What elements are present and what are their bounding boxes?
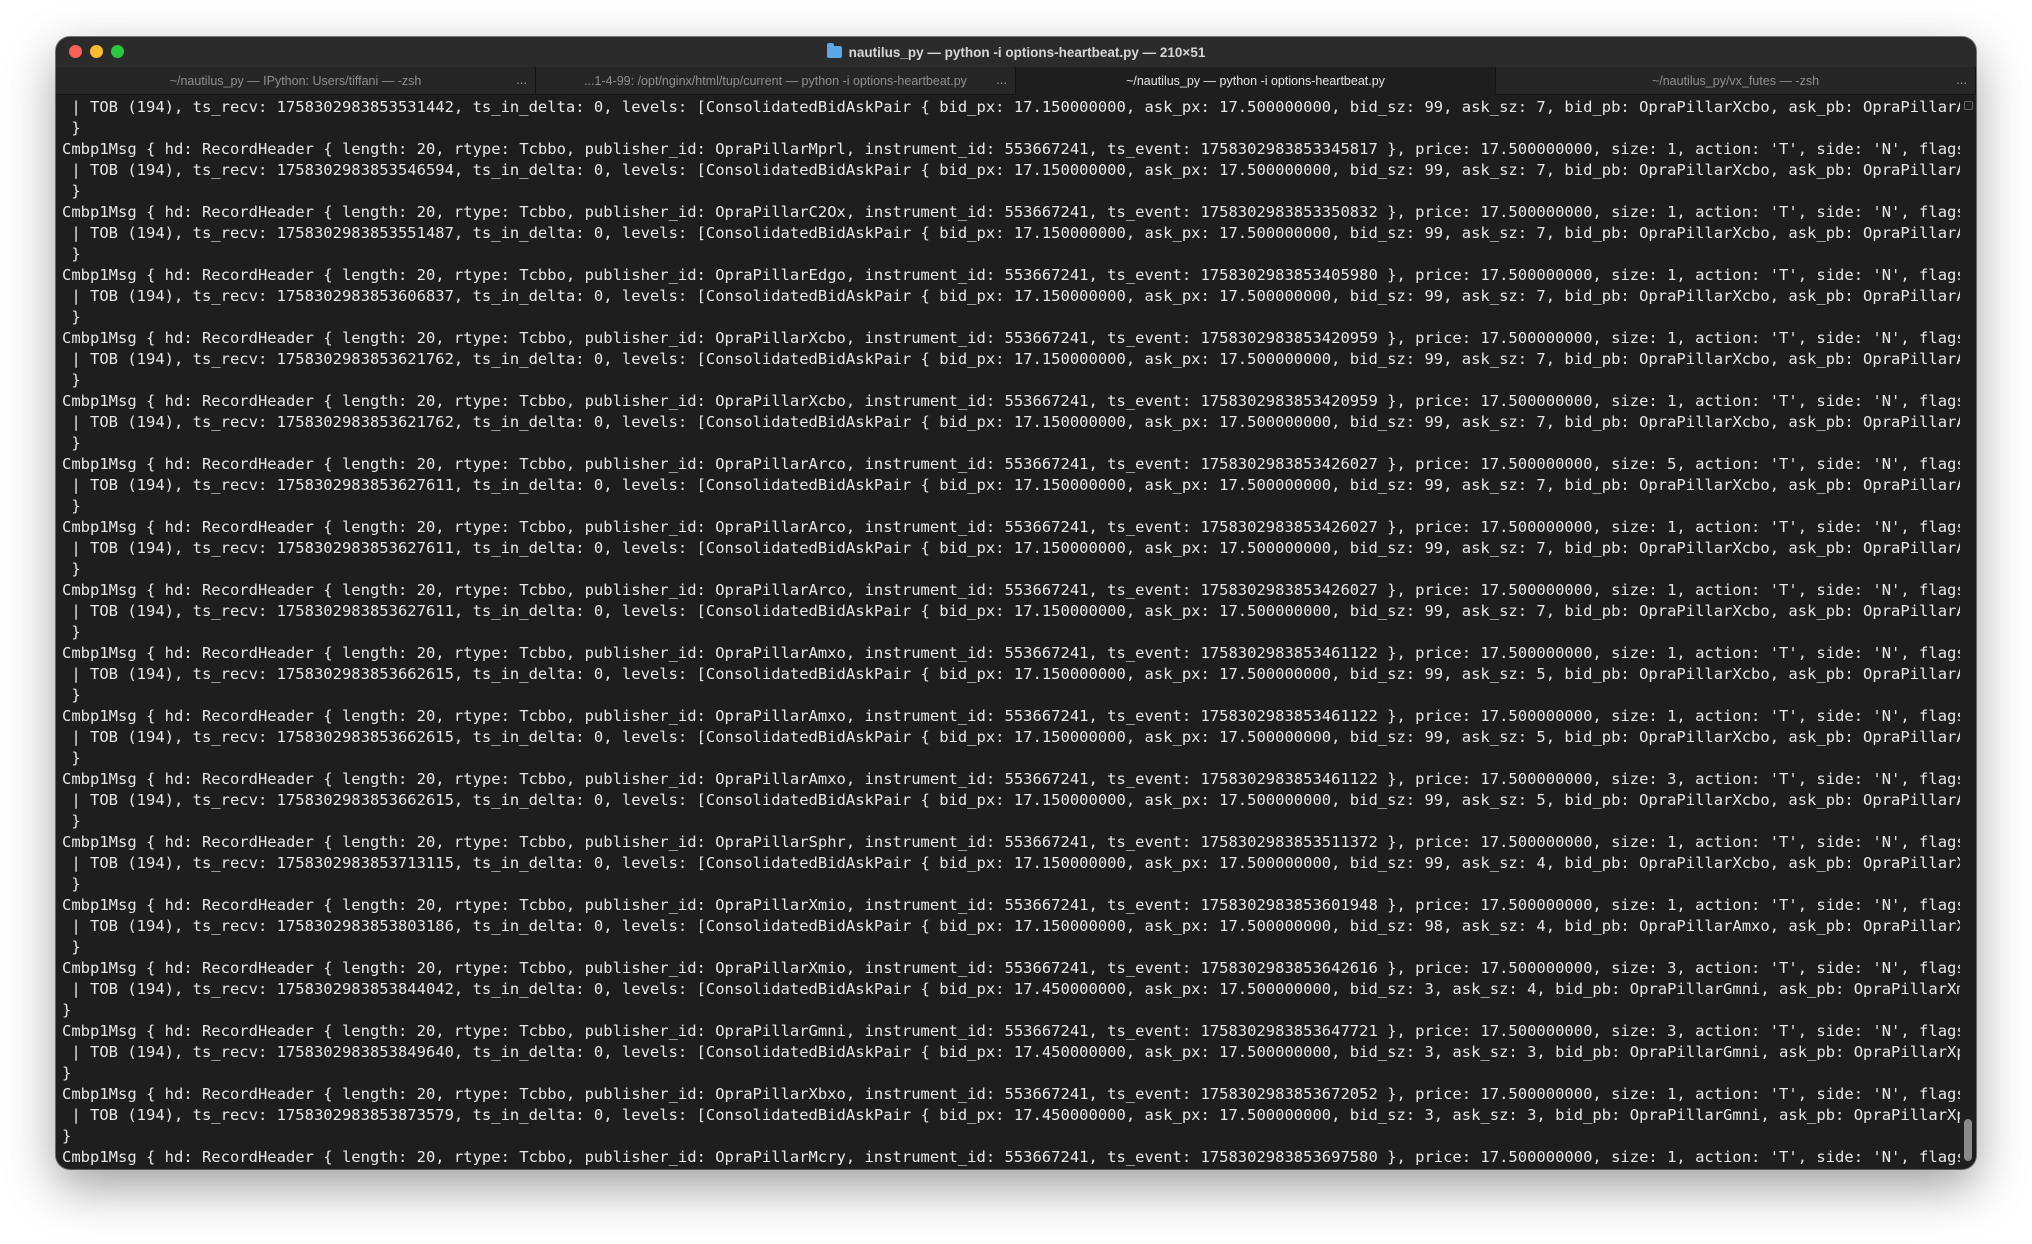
window-title: nautilus_py — python -i options-heartbea… (826, 43, 1206, 60)
terminal-line: | TOB (194), ts_recv: 175830298385355148… (62, 224, 1960, 242)
terminal-line: } (62, 1064, 72, 1082)
terminal-line: | TOB (194), ts_recv: 175830298385362761… (62, 539, 1960, 557)
tab-nginx[interactable]: ...1-4-99: /opt/nginx/html/tup/current —… (536, 67, 1016, 95)
terminal-line: Cmbp1Msg { hd: RecordHeader { length: 20… (62, 140, 1960, 158)
terminal-line: Cmbp1Msg { hd: RecordHeader { length: 20… (62, 896, 1960, 914)
terminal-line: Cmbp1Msg { hd: RecordHeader { length: 20… (62, 644, 1960, 662)
tab-ipython[interactable]: ~/nautilus_py — IPython: Users/tiffani —… (56, 67, 536, 95)
terminal-line: Cmbp1Msg { hd: RecordHeader { length: 20… (62, 266, 1960, 284)
terminal-line: Cmbp1Msg { hd: RecordHeader { length: 20… (62, 203, 1960, 221)
terminal-line: Cmbp1Msg { hd: RecordHeader { length: 20… (62, 1085, 1960, 1103)
terminal-line: } (62, 119, 81, 137)
terminal-line: } (62, 875, 81, 893)
terminal-line: } (62, 686, 81, 704)
terminal-line: Cmbp1Msg { hd: RecordHeader { length: 20… (62, 392, 1960, 410)
terminal-line: | TOB (194), ts_recv: 175830298385366261… (62, 728, 1960, 746)
terminal-line: Cmbp1Msg { hd: RecordHeader { length: 20… (62, 581, 1960, 599)
terminal-line: Cmbp1Msg { hd: RecordHeader { length: 20… (62, 1022, 1960, 1040)
terminal-line: Cmbp1Msg { hd: RecordHeader { length: 20… (62, 959, 1960, 977)
tab-label: ~/nautilus_py — python -i options-heartb… (1126, 74, 1385, 88)
terminal-line: | TOB (194), ts_recv: 175830298385360683… (62, 287, 1960, 305)
tab-label: ~/nautilus_py — IPython: Users/tiffani —… (169, 74, 422, 88)
terminal-line: Cmbp1Msg { hd: RecordHeader { length: 20… (62, 329, 1960, 347)
tab-options-heartbeat[interactable]: ~/nautilus_py — python -i options-heartb… (1016, 67, 1496, 95)
terminal-line: } (62, 371, 81, 389)
tab-overflow-indicator: ... (1956, 72, 1967, 87)
terminal-line: | TOB (194), ts_recv: 175830298385362761… (62, 602, 1960, 620)
terminal-line: } (62, 812, 81, 830)
terminal-line: } (62, 1127, 72, 1145)
terminal-line: Cmbp1Msg { hd: RecordHeader { length: 20… (62, 707, 1960, 725)
terminal-line: } (62, 245, 81, 263)
terminal-line: } (62, 182, 81, 200)
terminal-output[interactable]: | TOB (194), ts_recv: 175830298385353144… (56, 95, 1960, 1169)
terminal-line: | TOB (194), ts_recv: 175830298385354659… (62, 161, 1960, 179)
terminal-line: Cmbp1Msg { hd: RecordHeader { length: 20… (62, 770, 1960, 788)
terminal-line: Cmbp1Msg { hd: RecordHeader { length: 20… (62, 1148, 1960, 1166)
tab-label: ...1-4-99: /opt/nginx/html/tup/current —… (584, 74, 967, 88)
terminal-line: | TOB (194), ts_recv: 175830298385362176… (62, 350, 1960, 368)
tab-vx-futes[interactable]: ~/nautilus_py/vx_futes — -zsh ... (1496, 67, 1976, 95)
window-title-text: nautilus_py — python -i options-heartbea… (848, 44, 1206, 60)
tab-label: ~/nautilus_py/vx_futes — -zsh (1651, 74, 1820, 88)
maximize-icon[interactable] (111, 45, 124, 58)
terminal-line: | TOB (194), ts_recv: 175830298385387357… (62, 1106, 1960, 1124)
terminal-line: } (62, 434, 81, 452)
scroll-marker-icon (1964, 101, 1973, 110)
terminal-line: } (62, 497, 81, 515)
terminal-line: Cmbp1Msg { hd: RecordHeader { length: 20… (62, 518, 1960, 536)
terminal-line: Cmbp1Msg { hd: RecordHeader { length: 20… (62, 833, 1960, 851)
scrollbar[interactable] (1960, 95, 1976, 1169)
terminal-line: | TOB (194), ts_recv: 175830298385380318… (62, 917, 1960, 935)
terminal-line: | TOB (194), ts_recv: 175830298385362176… (62, 413, 1960, 431)
terminal-line: | TOB (194), ts_recv: 175830298385384404… (62, 980, 1960, 998)
tab-overflow-indicator: ... (516, 72, 527, 87)
terminal-line: Cmbp1Msg { hd: RecordHeader { length: 20… (62, 455, 1960, 473)
terminal-line: } (62, 749, 81, 767)
terminal-line: } (62, 623, 81, 641)
tab-bar: ~/nautilus_py — IPython: Users/tiffani —… (56, 67, 1976, 95)
tab-overflow-indicator: ... (996, 72, 1007, 87)
scrollbar-thumb[interactable] (1964, 1119, 1972, 1161)
close-icon[interactable] (69, 45, 82, 58)
terminal-line: } (62, 1001, 72, 1019)
terminal-line: | TOB (194), ts_recv: 175830298385362761… (62, 476, 1960, 494)
terminal-line: | TOB (194), ts_recv: 175830298385384964… (62, 1043, 1960, 1061)
folder-icon (826, 43, 842, 58)
minimize-icon[interactable] (90, 45, 103, 58)
terminal-line: } (62, 560, 81, 578)
terminal-line: | TOB (194), ts_recv: 175830298385366261… (62, 791, 1960, 809)
terminal-line: } (62, 938, 81, 956)
terminal-line: } (62, 308, 81, 326)
terminal-line: | TOB (194), ts_recv: 175830298385371311… (62, 854, 1960, 872)
title-bar[interactable]: nautilus_py — python -i options-heartbea… (56, 37, 1976, 67)
window-controls (69, 45, 124, 58)
terminal-window: nautilus_py — python -i options-heartbea… (56, 37, 1976, 1169)
terminal-line: | TOB (194), ts_recv: 175830298385353144… (62, 98, 1960, 116)
terminal-line: | TOB (194), ts_recv: 175830298385366261… (62, 665, 1960, 683)
